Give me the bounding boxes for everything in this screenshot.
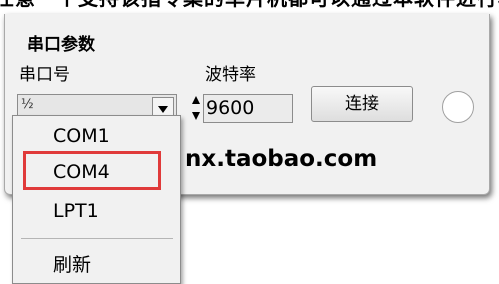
section-title: 串口参数 [27,35,95,55]
highlight-box [23,151,161,190]
connect-button[interactable]: 连接 [311,86,413,122]
port-label: 串口号 [19,65,70,85]
port-option-lpt1[interactable]: LPT1 [13,195,180,227]
baud-spinner[interactable] [192,92,202,124]
connection-status-indicator [442,91,474,123]
spin-down-icon[interactable] [192,112,200,120]
port-option-label: LPT1 [53,200,99,222]
port-option-com1[interactable]: COM1 [13,120,180,152]
refresh-label: 刷新 [53,254,92,276]
refresh-option[interactable]: 刷新 [13,249,180,281]
baud-label: 波特率 [205,65,256,85]
menu-separator [21,238,173,239]
port-dropdown-list: COM1 COM4 LPT1 刷新 [12,115,181,284]
spin-up-icon[interactable] [192,96,200,104]
port-option-label: COM1 [53,125,110,147]
shop-link-text: nx.taobao.com [185,146,378,172]
baud-input[interactable]: 9600 [203,94,293,123]
port-select-value: ½ [21,97,34,112]
chevron-down-icon [158,106,168,113]
